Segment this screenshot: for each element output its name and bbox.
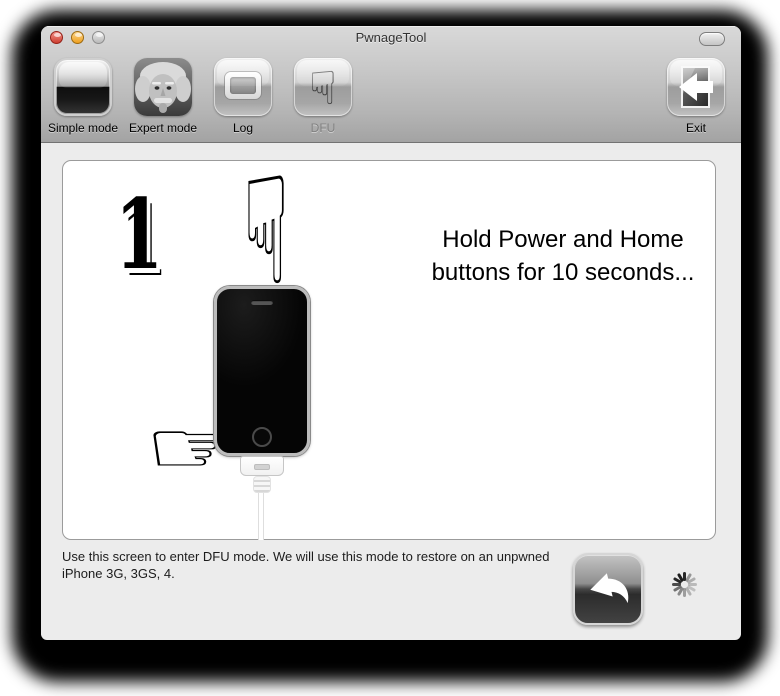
- iphone-illustration: [214, 286, 310, 456]
- step-number: 1: [115, 178, 164, 291]
- progress-spinner: [668, 568, 700, 600]
- exit-door-arrow-icon: [667, 58, 725, 116]
- toolbar-toggle-pill-button[interactable]: [699, 32, 725, 46]
- window-title: PwnageTool: [355, 30, 427, 45]
- hand-pointing-down-icon: ☟: [243, 144, 290, 319]
- icon-gloss: [217, 60, 269, 86]
- toolbar-item-expert-mode[interactable]: Expert mode: [123, 58, 203, 135]
- cable-strain-relief: [253, 476, 271, 493]
- window-chrome: PwnageTool Simple mode Expert mode Log ☟…: [41, 26, 741, 143]
- dfu-description-text: Use this screen to enter DFU mode. We wi…: [62, 549, 550, 581]
- back-curved-arrow-icon: [590, 573, 629, 604]
- toolbar-item-log[interactable]: Log: [203, 58, 283, 135]
- toolbar-item-label: Exit: [685, 121, 706, 135]
- iphone-earpiece: [251, 300, 273, 305]
- back-button[interactable]: [573, 553, 643, 625]
- toolbar-item-exit[interactable]: Exit: [656, 58, 736, 135]
- iphone-home-button: [252, 427, 272, 447]
- toolbar-item-dfu: ☟ DFU: [283, 58, 363, 135]
- log-window-icon: [214, 58, 272, 116]
- usb-cable: [258, 493, 264, 540]
- instruction-headline: Hold Power and Home buttons for 10 secon…: [431, 226, 695, 286]
- dfu-hand-down-icon: ☟: [294, 58, 352, 116]
- dock-connector-slot: [254, 464, 270, 470]
- icon-gloss: [59, 62, 107, 88]
- dock-connector-plug: [240, 456, 284, 476]
- instruction-panel: 1 ☟ ☞ Hold Power and Home buttons for 10…: [62, 144, 716, 540]
- toolbar-item-label: Log: [232, 121, 254, 135]
- titlebar[interactable]: PwnageTool: [41, 26, 741, 48]
- toolbar-item-label: Simple mode: [47, 121, 119, 135]
- toolbar-item-label: Expert mode: [128, 121, 198, 135]
- einstein-photo-icon: [134, 58, 192, 116]
- simple-mode-icon: [54, 58, 112, 116]
- icon-gloss: [297, 60, 349, 86]
- pwnagetool-window: PwnageTool Simple mode Expert mode Log ☟…: [41, 26, 741, 640]
- toolbar-item-simple-mode[interactable]: Simple mode: [43, 58, 123, 135]
- icon-gloss: [670, 60, 722, 86]
- toolbar-item-label: DFU: [310, 121, 336, 135]
